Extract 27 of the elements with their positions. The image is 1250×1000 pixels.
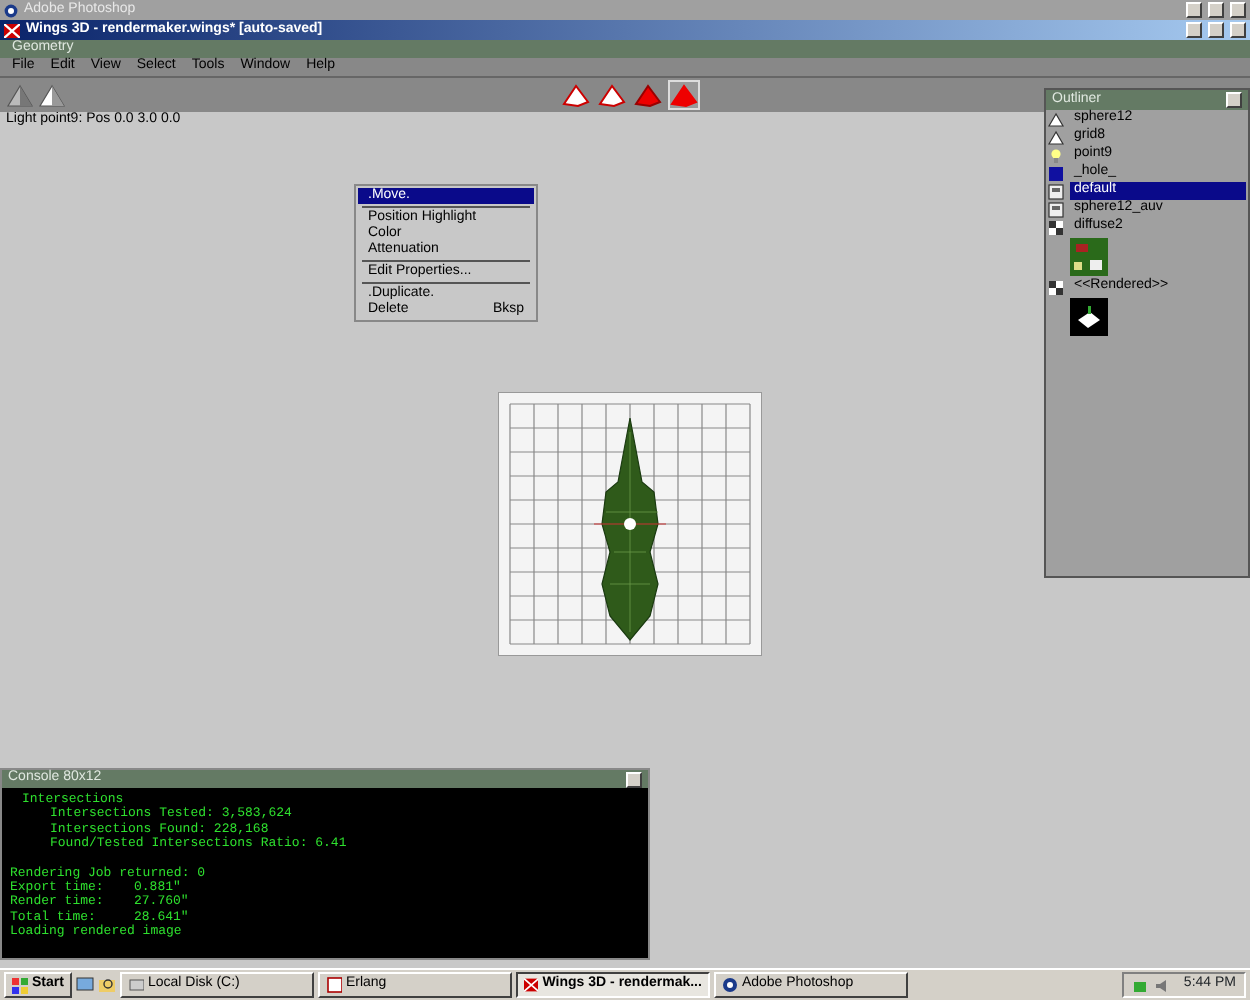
pyramid-icon — [6, 83, 34, 107]
pyramid-icon — [598, 83, 626, 107]
selection-mode-button[interactable] — [668, 80, 700, 110]
view-mode-button[interactable] — [6, 83, 34, 107]
windows-logo-icon — [12, 977, 28, 993]
maximize-button[interactable] — [1208, 22, 1224, 38]
restore-button[interactable] — [1208, 2, 1224, 18]
app-icon — [4, 23, 20, 37]
app-icon — [523, 976, 539, 994]
speaker-icon — [1154, 977, 1171, 993]
checker-icon — [1048, 279, 1064, 295]
pyramid-icon — [562, 83, 590, 107]
app-icon — [721, 976, 738, 994]
material-swatch-icon — [1048, 165, 1064, 181]
checker-icon — [1048, 219, 1064, 235]
app-icon — [4, 3, 18, 17]
folder-search-icon[interactable] — [97, 976, 116, 994]
close-button[interactable] — [626, 771, 642, 787]
close-button[interactable] — [1226, 92, 1242, 108]
view-mode-button[interactable] — [37, 83, 66, 107]
app-icon — [325, 976, 342, 994]
desktop-icon[interactable] — [75, 976, 94, 994]
pyramid-icon — [670, 83, 698, 107]
pyramid-icon — [634, 83, 662, 107]
pyramid-icon — [37, 83, 66, 107]
light-bulb-icon — [1048, 147, 1064, 163]
app-icon — [127, 976, 144, 994]
